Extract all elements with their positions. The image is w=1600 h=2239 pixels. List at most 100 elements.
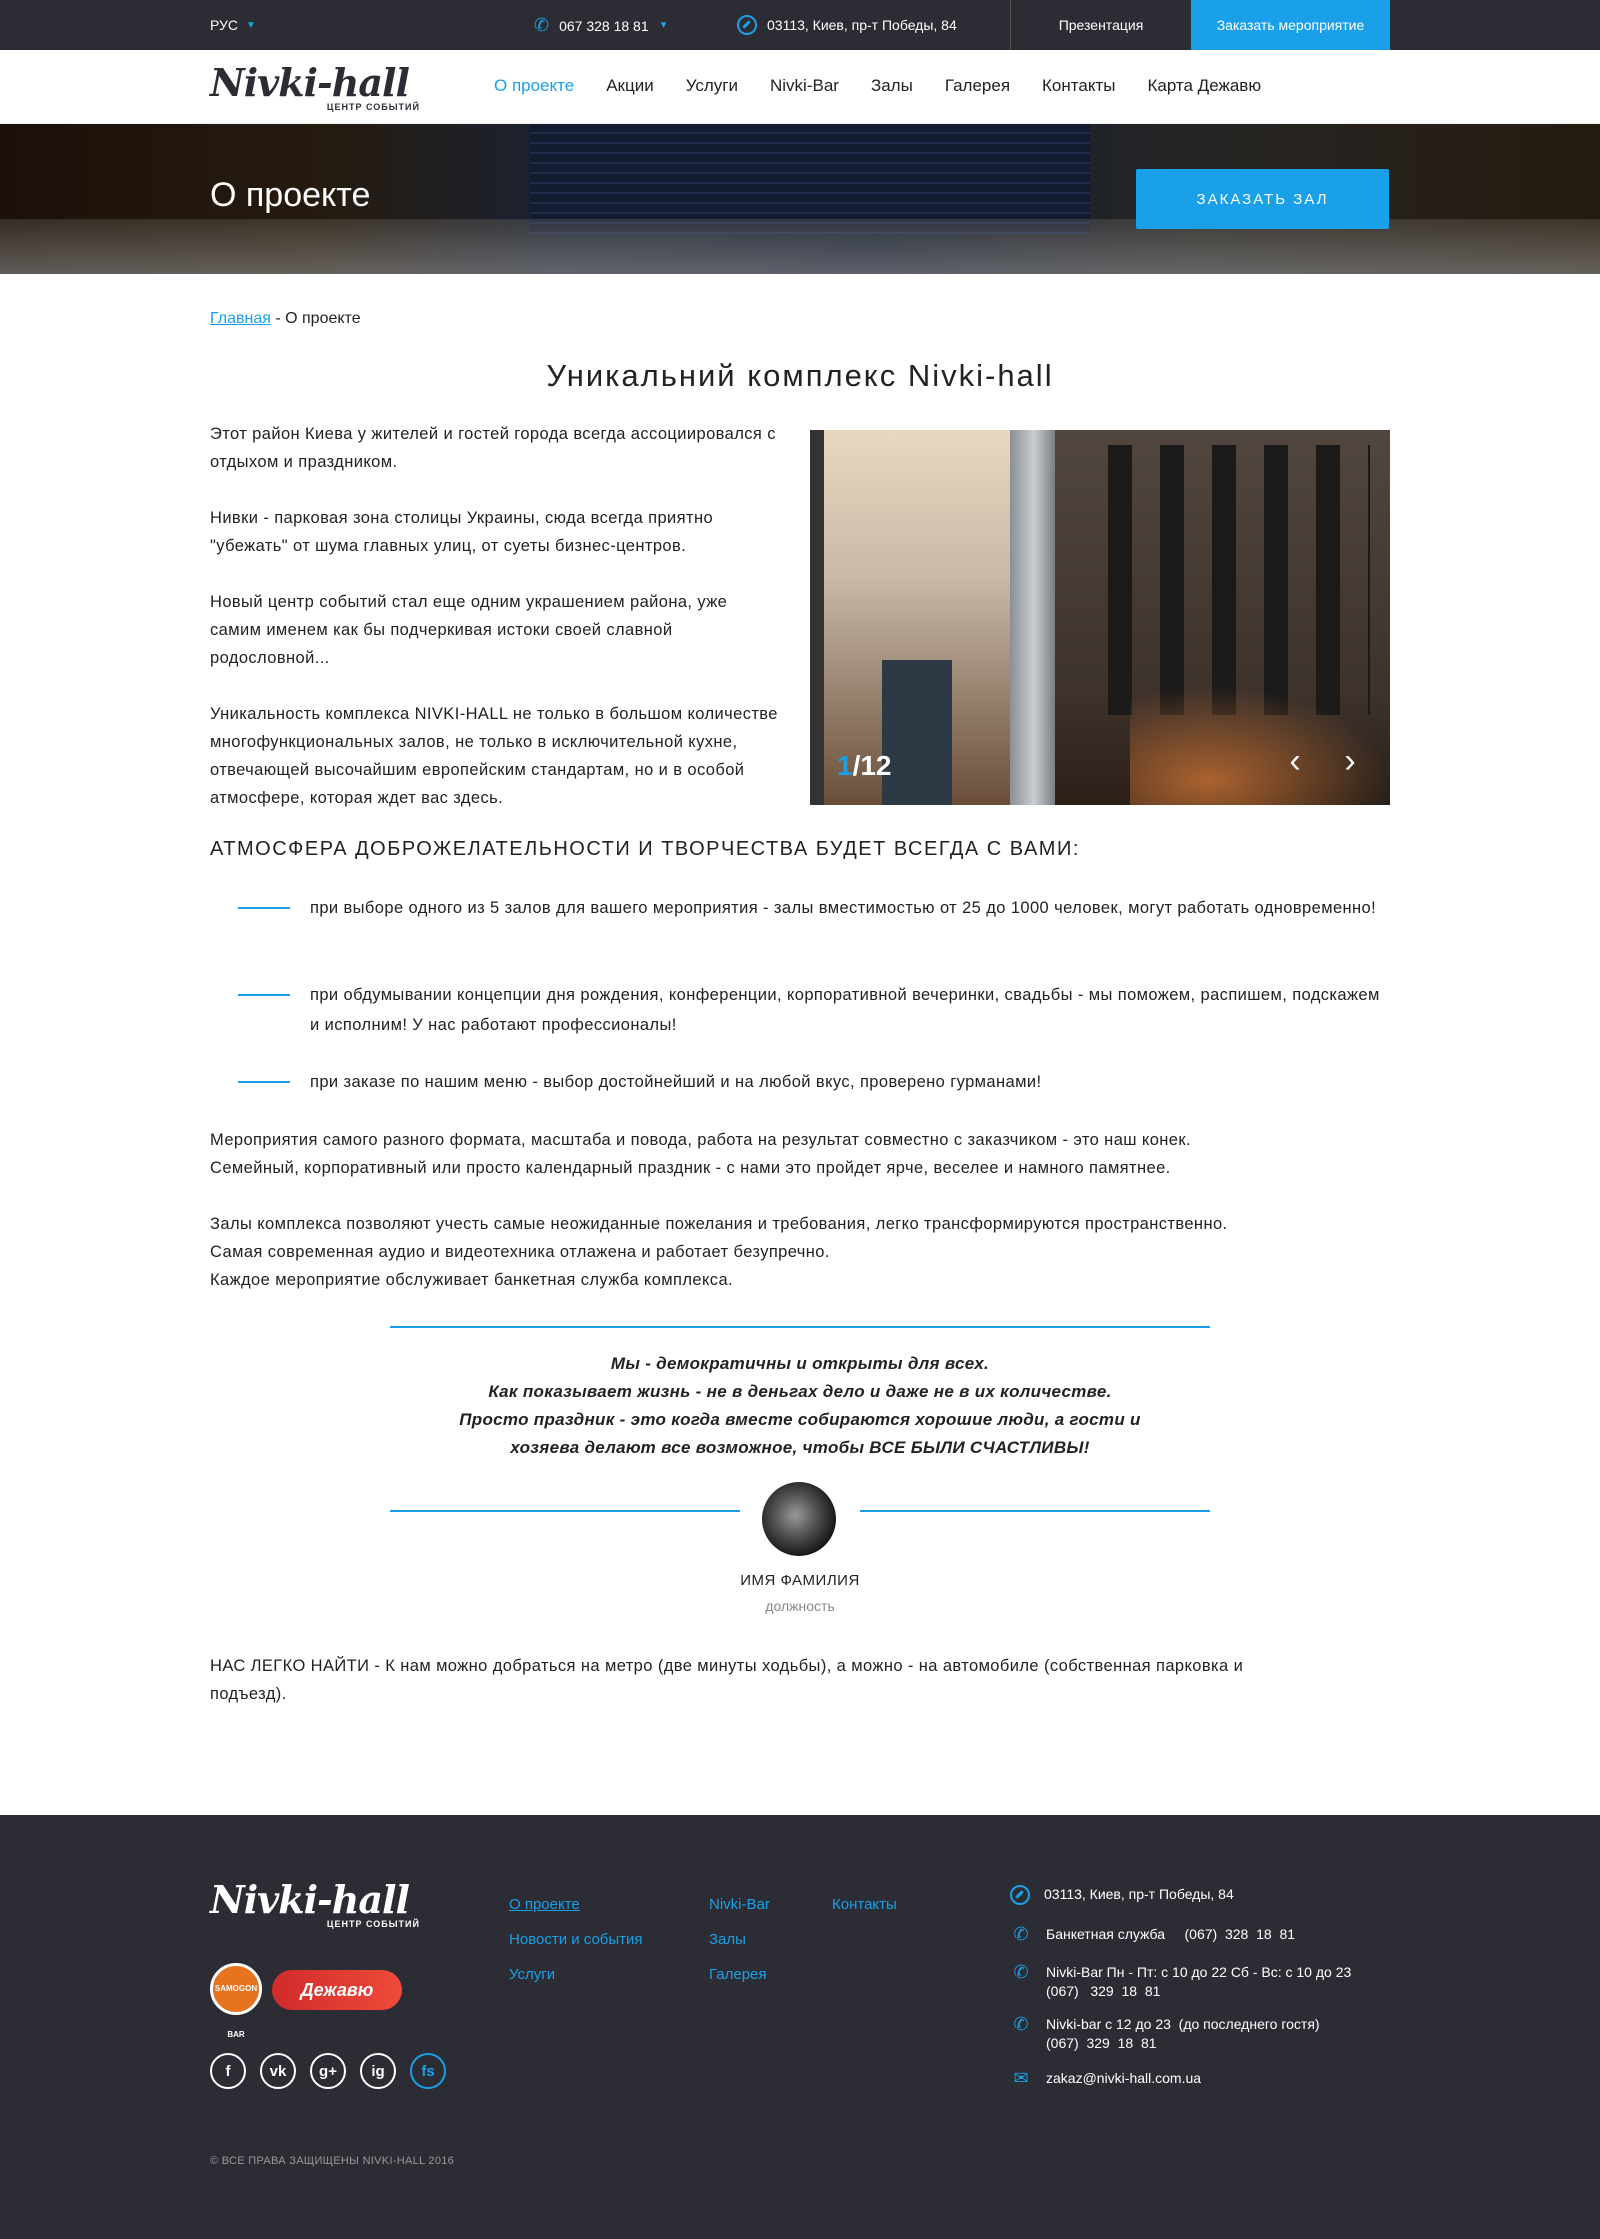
footer-link-halls[interactable]: Залы xyxy=(709,1922,770,1957)
menu-item-dejavu-map[interactable]: Карта Дежавю xyxy=(1147,76,1261,96)
order-event-button[interactable]: Заказать мероприятие xyxy=(1191,0,1390,50)
language-label: РУС xyxy=(210,17,239,33)
quote-line: Мы - демократичны и открыты для всех. xyxy=(610,1354,990,1373)
footer-link-nivki-bar[interactable]: Nivki-Bar xyxy=(709,1887,770,1922)
footer-links-col2: Nivki-Bar Залы Галерея xyxy=(709,1887,770,1992)
phone-icon: ✆ xyxy=(1013,2014,1029,2034)
footer-banquet-text[interactable]: Банкетная служба (067) 328 18 81 xyxy=(1046,1925,1295,1947)
top-address[interactable]: 03113, Киев, пр-т Победы, 84 xyxy=(737,15,957,35)
footer-bar-hours-text: Nivki-Bar Пн - Пт: с 10 до 22 Сб - Вс: с… xyxy=(1046,1964,1352,1980)
footer-link-services[interactable]: Услуги xyxy=(509,1957,643,1992)
list-item: при заказе по нашим меню - выбор достойн… xyxy=(210,1067,1390,1097)
copyright: © ВСЕ ПРАВА ЗАЩИЩЕНЫ NIVKI-HALL 2016 xyxy=(210,2155,455,2167)
facebook-icon[interactable]: f xyxy=(210,2053,246,2089)
samogon-bar-logo[interactable]: SAMOGON BAR xyxy=(210,1963,262,2039)
footer-email-link[interactable]: zakaz@nivki-hall.com.ua xyxy=(1046,2069,1201,2091)
intro-paragraph: Нивки - парковая зона столицы Украины, с… xyxy=(210,509,714,555)
chevron-left-icon[interactable]: ‹ xyxy=(1280,744,1310,778)
footer-link-gallery[interactable]: Галерея xyxy=(709,1957,770,1992)
quote-divider xyxy=(390,1326,1210,1328)
footer-bar2-hours: ✆ Nivki-bar с 12 до 23 (до последнего го… xyxy=(1010,2014,1320,2053)
footer-bar-hours: ✆ Nivki-Bar Пн - Пт: с 10 до 22 Сб - Вс:… xyxy=(1010,1963,1351,2001)
intro-paragraph: Уникальность комплекса NIVKI-HALL не тол… xyxy=(210,705,778,807)
subheading: АТМОСФЕРА ДОБРОЖЕЛАТЕЛЬНОСТИ И ТВОРЧЕСТВ… xyxy=(210,838,1080,860)
paragraph-line: Семейный, корпоративный или просто кален… xyxy=(210,1159,1171,1177)
paragraph-line: НАС ЛЕГКО НАЙТИ - К нам можно добраться … xyxy=(210,1657,1244,1675)
paragraph: Мероприятия самого разного формата, масш… xyxy=(210,1126,1390,1182)
list-item: при обдумывании концепции дня рождения, … xyxy=(210,980,1390,1040)
breadcrumb-current: О проекте xyxy=(285,310,361,327)
dash-icon xyxy=(238,1081,290,1083)
intro-text: Этот район Киева у жителей и гостей горо… xyxy=(210,420,780,840)
page-title: О проекте xyxy=(210,176,371,214)
breadcrumb: Главная - О проекте xyxy=(210,310,361,328)
menu-item-gallery[interactable]: Галерея xyxy=(945,76,1010,96)
footer-link-contacts[interactable]: Контакты xyxy=(832,1887,897,1922)
list-item-text: при обдумывании концепции дня рождения, … xyxy=(310,986,1380,1034)
chevron-down-icon: ▼ xyxy=(246,19,256,31)
menu-item-about[interactable]: О проекте xyxy=(494,76,574,96)
dash-icon xyxy=(238,907,290,909)
paragraph: Залы комплекса позволяют учесть самые не… xyxy=(210,1210,1390,1294)
paragraph-line: Залы комплекса позволяют учесть самые не… xyxy=(210,1215,1228,1233)
breadcrumb-home[interactable]: Главная xyxy=(210,310,271,327)
foursquare-icon[interactable]: fs xyxy=(410,2053,446,2089)
menu: О проекте Акции Услуги Nivki-Bar Залы Га… xyxy=(494,76,1261,96)
intro-paragraph: Новый центр событий стал еще одним украш… xyxy=(210,593,728,667)
quote: Мы - демократичны и открыты для всех. Ка… xyxy=(430,1350,1170,1462)
language-switcher[interactable]: РУС ▼ xyxy=(210,17,256,33)
menu-item-nivki-bar[interactable]: Nivki-Bar xyxy=(770,76,839,96)
top-phone[interactable]: ✆ 067 328 18 81 ▼ xyxy=(534,15,669,36)
find-us-text: НАС ЛЕГКО НАЙТИ - К нам можно добраться … xyxy=(210,1652,1390,1708)
footer-address: 03113, Киев, пр-т Победы, 84 xyxy=(1010,1885,1234,1905)
footer-address-text: 03113, Киев, пр-т Победы, 84 xyxy=(1044,1886,1234,1902)
footer-bar-phone[interactable]: (067) 329 18 81 xyxy=(1046,1982,1351,2001)
footer-link-news[interactable]: Новости и события xyxy=(509,1922,643,1957)
logo-title: Nivki-hall xyxy=(210,1877,410,1922)
google-plus-icon[interactable]: g+ xyxy=(310,2053,346,2089)
phone-icon: ✆ xyxy=(534,15,550,35)
vk-icon[interactable]: vk xyxy=(260,2053,296,2089)
chevron-down-icon: ▼ xyxy=(658,20,669,31)
menu-item-halls[interactable]: Залы xyxy=(871,76,913,96)
hero-banner: О проекте ЗАКАЗАТЬ ЗАЛ xyxy=(0,124,1600,274)
quote-divider xyxy=(860,1510,1210,1512)
list-item: при выборе одного из 5 залов для вашего … xyxy=(210,893,1390,923)
compass-icon xyxy=(1010,1885,1030,1905)
list-item-text: при заказе по нашим меню - выбор достойн… xyxy=(310,1073,1042,1091)
paragraph-line: Самая современная аудио и видеотехника о… xyxy=(210,1243,830,1261)
footer-banquet: ✆ Банкетная служба (067) 328 18 81 xyxy=(1010,1925,1295,1947)
site-logo[interactable]: Nivki-hall ЦЕНТР СОБЫТИЙ xyxy=(210,62,420,114)
avatar xyxy=(762,1482,836,1556)
order-hall-button[interactable]: ЗАКАЗАТЬ ЗАЛ xyxy=(1136,169,1389,229)
slider-counter: 1/12 xyxy=(837,750,892,782)
dejavu-logo[interactable]: Дежавю xyxy=(272,1970,402,2010)
footer-bar2-phone[interactable]: (067) 329 18 81 xyxy=(1046,2034,1320,2053)
footer-logo[interactable]: Nivki-hall ЦЕНТР СОБЫТИЙ xyxy=(210,1879,420,1931)
presentation-button[interactable]: Презентация xyxy=(1010,0,1191,50)
footer-email: ✉ zakaz@nivki-hall.com.ua xyxy=(1010,2069,1201,2091)
logo-subtitle: ЦЕНТР СОБЫТИЙ xyxy=(326,102,420,112)
paragraph-line: Мероприятия самого разного формата, масш… xyxy=(210,1131,1191,1149)
logo-subtitle: ЦЕНТР СОБЫТИЙ xyxy=(326,1919,420,1929)
instagram-icon[interactable]: ig xyxy=(360,2053,396,2089)
author-position: должность xyxy=(765,1598,835,1614)
top-bar: РУС ▼ ✆ 067 328 18 81 ▼ 03113, Киев, пр-… xyxy=(0,0,1600,50)
footer-link-about[interactable]: О проекте xyxy=(509,1887,643,1922)
photo-slider[interactable]: 1/12 ‹ › xyxy=(810,430,1390,805)
menu-item-services[interactable]: Услуги xyxy=(686,76,738,96)
footer-links-col3: Контакты xyxy=(832,1887,897,1922)
intro-paragraph: Этот район Киева у жителей и гостей горо… xyxy=(210,425,776,471)
menu-item-promotions[interactable]: Акции xyxy=(606,76,654,96)
quote-line: хозяева делают все возможное, чтобы ВСЕ … xyxy=(510,1438,1090,1457)
chevron-right-icon[interactable]: › xyxy=(1335,744,1365,778)
top-address-text: 03113, Киев, пр-т Победы, 84 xyxy=(767,17,957,33)
footer-bar2-hours-text: Nivki-bar с 12 до 23 (до последнего гост… xyxy=(1046,2016,1320,2032)
menu-item-contacts[interactable]: Контакты xyxy=(1042,76,1115,96)
quote-line: Как показывает жизнь - не в деньгах дело… xyxy=(488,1382,1112,1401)
main-navigation: Nivki-hall ЦЕНТР СОБЫТИЙ О проекте Акции… xyxy=(0,50,1600,124)
footer: Nivki-hall ЦЕНТР СОБЫТИЙ SAMOGON BAR Деж… xyxy=(0,1815,1600,2239)
slider-current: 1 xyxy=(837,750,853,781)
quote-line: Просто праздник - это когда вместе собир… xyxy=(459,1410,1141,1429)
footer-links-col1: О проекте Новости и события Услуги xyxy=(509,1887,643,1992)
